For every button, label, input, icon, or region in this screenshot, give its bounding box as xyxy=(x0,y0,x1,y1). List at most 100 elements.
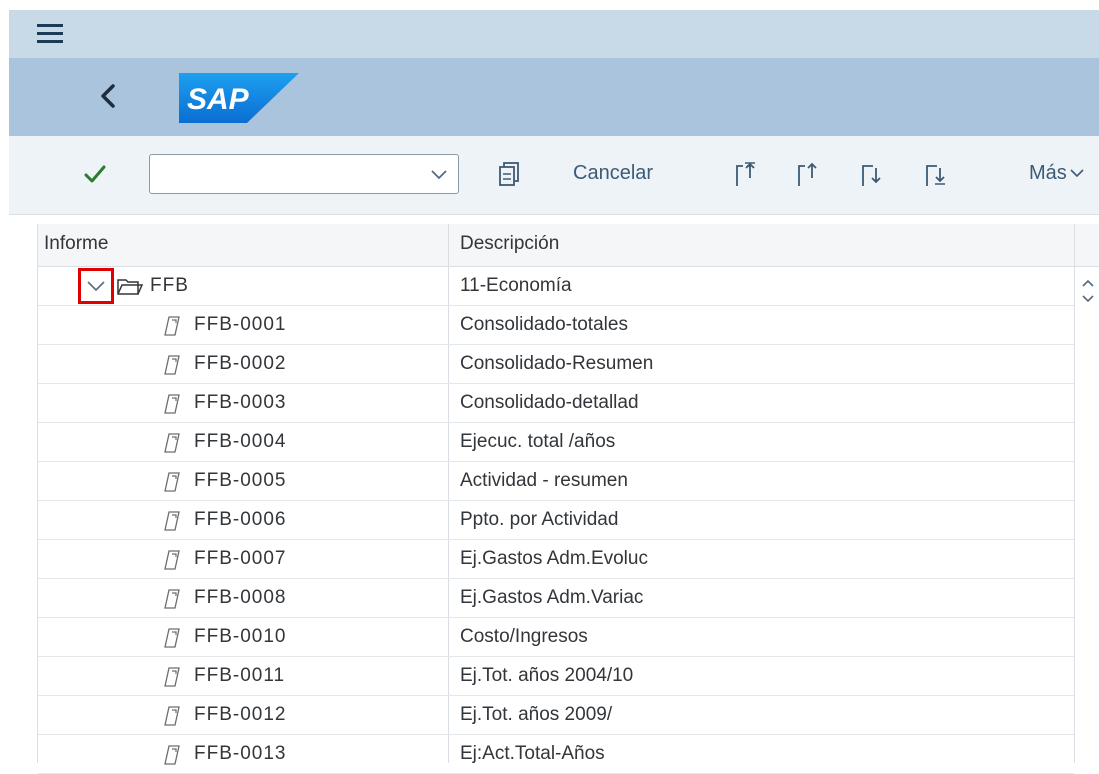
execute-button[interactable] xyxy=(83,162,107,186)
tree-row[interactable]: FFB-0001 Consolidado-totales xyxy=(38,306,1074,345)
folder-open-icon xyxy=(117,279,144,295)
column-header-informe[interactable]: Informe xyxy=(44,224,444,266)
column-header-descripcion[interactable]: Descripción xyxy=(460,224,1060,266)
more-label: Más xyxy=(1029,162,1067,184)
hamburger-icon xyxy=(37,24,63,43)
tree-node-description: Consolidado-Resumen xyxy=(460,353,654,374)
more-button[interactable]: Más xyxy=(1029,162,1085,185)
menu-button[interactable] xyxy=(37,24,63,44)
report-icon xyxy=(164,511,180,531)
tree-node: FFB-0004 xyxy=(162,423,286,461)
application-toolbar: Cancelar Más xyxy=(9,136,1099,215)
chevron-down-icon[interactable] xyxy=(430,167,448,181)
shell-top-bar xyxy=(9,10,1099,58)
tree-node-label: FFB-0007 xyxy=(194,548,287,569)
report-icon xyxy=(164,667,180,687)
tree-node-description: Ejecuc. total /años xyxy=(460,431,616,452)
tree-node-label: FFB-0003 xyxy=(194,392,287,413)
tree-node-description: Ej.Gastos Adm.Evoluc xyxy=(460,548,648,569)
tree-node-label: FFB-0013 xyxy=(194,743,287,764)
tree-row[interactable]: FFB-0008 Ej.Gastos Adm.Variac xyxy=(38,579,1074,618)
tree-node-description: Ppto. por Actividad xyxy=(460,509,619,530)
tree-node-description: Actividad - resumen xyxy=(460,470,628,491)
chevron-left-icon xyxy=(101,84,115,108)
report-icon xyxy=(164,433,180,453)
scroll-up-down-icon[interactable] xyxy=(1078,272,1098,312)
tree-node-description: Ej.Tot. años 2004/10 xyxy=(460,665,634,686)
tree-node: FFB-0003 xyxy=(162,384,286,422)
tree-node-label: FFB-0005 xyxy=(194,470,287,491)
tree-node-description: Ej:Act.Total-Años xyxy=(460,743,605,764)
tree-row[interactable]: FFB-0012 Ej.Tot. años 2009/ xyxy=(38,696,1074,735)
tree-node-label: FFB-0006 xyxy=(194,509,287,530)
expand-toggle[interactable] xyxy=(78,268,114,304)
tree-row[interactable]: FFB-0004 Ejecuc. total /años xyxy=(38,423,1074,462)
tree-node: FFB-0001 xyxy=(162,306,286,344)
next-page-button[interactable] xyxy=(859,160,885,188)
page-first-icon xyxy=(736,162,755,186)
tree-node: FFB-0012 xyxy=(162,696,286,734)
report-icon xyxy=(164,745,180,765)
report-icon xyxy=(164,316,180,336)
tree-node-label: FFB-0010 xyxy=(194,626,287,647)
report-icon xyxy=(164,589,180,609)
tree-node-description: 11-Economía xyxy=(460,275,572,296)
checkmark-icon xyxy=(84,165,106,183)
tree-node-description: Consolidado-detallad xyxy=(460,392,639,413)
chevron-down-icon xyxy=(87,281,105,292)
chevron-down-icon xyxy=(1070,169,1084,178)
tree-node-label: FFB-0011 xyxy=(194,665,286,686)
tree-row[interactable]: FFB-0011 Ej.Tot. años 2004/10 xyxy=(38,657,1074,696)
window-left-edge xyxy=(0,0,9,763)
report-icon xyxy=(164,706,180,726)
column-divider xyxy=(1074,224,1075,763)
tree-node: FFB-0010 xyxy=(162,618,286,656)
tree-node-label: FFB-0008 xyxy=(194,587,287,608)
copy-icon xyxy=(499,162,519,186)
tree-node: FFB-0007 xyxy=(162,540,286,578)
tree-node-description: Costo/Ingresos xyxy=(460,626,588,647)
page-last-icon xyxy=(926,165,945,186)
tree-node-label: FFB-0001 xyxy=(194,314,287,335)
tree-row[interactable]: FFB-0002 Consolidado-Resumen xyxy=(38,345,1074,384)
tree-node: FFB-0006 xyxy=(162,501,286,539)
tree-row[interactable]: FFB-0006 Ppto. por Actividad xyxy=(38,501,1074,540)
sap-shell: SAP Cancelar Más Informe Descripción FFB… xyxy=(9,0,1099,774)
cancel-button[interactable]: Cancelar xyxy=(573,162,653,185)
command-combo[interactable] xyxy=(149,154,459,194)
tree-node: FFB-0008 xyxy=(162,579,286,617)
tree-node-label: FFB-0012 xyxy=(194,704,287,725)
page-up-icon xyxy=(798,162,817,186)
tree-node-label: FFB xyxy=(150,275,189,296)
title-bar: SAP xyxy=(9,58,1099,136)
tree-node-label: FFB-0002 xyxy=(194,353,287,374)
tree-node-description: Ej.Tot. años 2009/ xyxy=(460,704,613,725)
tree-node: FFB-0005 xyxy=(162,462,286,500)
tree-row[interactable]: FFB-0010 Costo/Ingresos xyxy=(38,618,1074,657)
page-down-icon xyxy=(862,165,881,186)
last-page-button[interactable] xyxy=(923,160,949,188)
first-page-button[interactable] xyxy=(733,160,759,188)
tree-row[interactable]: FFB-0013 Ej:Act.Total-Años xyxy=(38,735,1074,774)
copy-button[interactable] xyxy=(497,160,523,188)
previous-page-button[interactable] xyxy=(795,160,821,188)
tree-row[interactable]: FFB-0007 Ej.Gastos Adm.Evoluc xyxy=(38,540,1074,579)
tree-node-label: FFB-0004 xyxy=(194,431,287,452)
tree-row[interactable]: FFB-0005 Actividad - resumen xyxy=(38,462,1074,501)
table-header: Informe Descripción xyxy=(38,224,1099,267)
tree-node: FFB-0002 xyxy=(162,345,286,383)
report-icon xyxy=(164,472,180,492)
back-button[interactable] xyxy=(89,76,129,116)
report-tree-table: Informe Descripción FFB 11-Economía FFB-… xyxy=(37,224,1099,774)
command-input[interactable] xyxy=(158,163,412,187)
tree-row-root[interactable]: FFB 11-Economía xyxy=(38,267,1074,306)
tree-node-description: Consolidado-totales xyxy=(460,314,628,335)
sap-logo: SAP xyxy=(179,73,299,123)
report-icon xyxy=(164,550,180,570)
tree-node: FFB-0011 xyxy=(162,657,285,695)
tree-row[interactable]: FFB-0003 Consolidado-detallad xyxy=(38,384,1074,423)
tree-node: FFB xyxy=(78,267,189,305)
tree-node: FFB-0013 xyxy=(162,735,286,773)
report-icon xyxy=(164,628,180,648)
report-icon xyxy=(164,355,180,375)
